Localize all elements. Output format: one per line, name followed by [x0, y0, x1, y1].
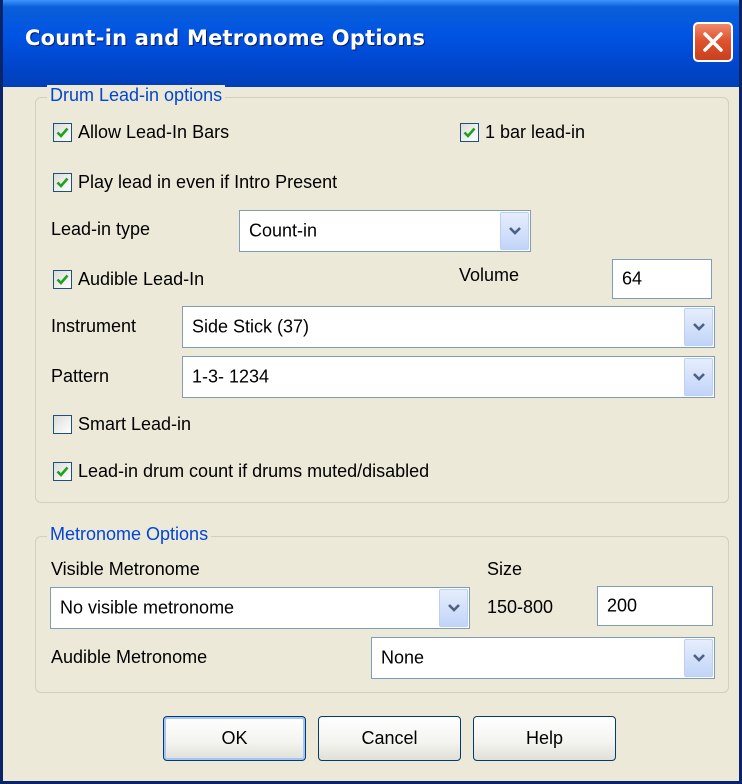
- chevron-down-icon: [693, 323, 705, 331]
- visible-metronome-value: No visible metronome: [60, 597, 235, 618]
- one-bar-lead-in-label: 1 bar lead-in: [485, 122, 586, 142]
- check-icon: [56, 127, 69, 138]
- pattern-value: 1-3- 1234: [192, 366, 270, 387]
- allow-lead-in-bars-label: Allow Lead-In Bars: [78, 122, 230, 142]
- chevron-down-icon: [693, 654, 705, 662]
- chevron-down-icon: [509, 227, 521, 235]
- audible-lead-in-label: Audible Lead-In: [78, 269, 205, 289]
- one-bar-lead-in-checkbox[interactable]: [460, 123, 479, 142]
- volume-input[interactable]: 64: [612, 259, 712, 299]
- drum-lead-in-group-label: Drum Lead-in options: [47, 85, 226, 106]
- chevron-down-icon: [693, 373, 705, 381]
- visible-metronome-dropdown[interactable]: No visible metronome: [50, 587, 470, 629]
- size-label: Size: [487, 559, 523, 579]
- dropdown-arrow-button[interactable]: [500, 212, 529, 250]
- dropdown-arrow-button[interactable]: [684, 308, 713, 346]
- drum-lead-in-group: [35, 97, 729, 503]
- audible-lead-in-checkbox[interactable]: [53, 270, 72, 289]
- size-input[interactable]: 200: [597, 586, 713, 626]
- volume-label: Volume: [459, 265, 520, 285]
- metronome-options-group-label: Metronome Options: [47, 524, 212, 545]
- audible-metronome-value: None: [381, 647, 425, 668]
- dropdown-arrow-button[interactable]: [684, 358, 713, 396]
- instrument-value: Side Stick (37): [192, 316, 310, 337]
- allow-lead-in-bars-checkbox[interactable]: [53, 123, 72, 142]
- help-button[interactable]: Help: [473, 716, 616, 761]
- smart-lead-in-label: Smart Lead-in: [78, 414, 192, 434]
- volume-value: 64: [622, 268, 643, 289]
- dialog-title: Count-in and Metronome Options: [25, 26, 426, 50]
- close-button[interactable]: [693, 22, 733, 62]
- pattern-label: Pattern: [51, 366, 110, 386]
- drum-count-muted-checkbox[interactable]: [53, 462, 72, 481]
- audible-metronome-dropdown[interactable]: None: [371, 637, 715, 679]
- check-icon: [463, 127, 476, 138]
- visible-metronome-label: Visible Metronome: [51, 559, 200, 579]
- dropdown-arrow-button[interactable]: [684, 639, 713, 677]
- chevron-down-icon: [448, 604, 460, 612]
- size-value: 200: [607, 595, 638, 616]
- lead-in-type-dropdown[interactable]: Count-in: [239, 210, 531, 252]
- dialog-window: Count-in and Metronome Options Drum Lead…: [0, 0, 742, 784]
- check-icon: [56, 466, 69, 477]
- play-lead-in-intro-label: Play lead in even if Intro Present: [78, 172, 338, 192]
- audible-metronome-label: Audible Metronome: [51, 647, 208, 667]
- title-bar[interactable]: Count-in and Metronome Options: [3, 0, 739, 87]
- instrument-dropdown[interactable]: Side Stick (37): [182, 306, 715, 348]
- check-icon: [56, 177, 69, 188]
- lead-in-type-value: Count-in: [249, 220, 318, 241]
- size-range-label: 150-800: [487, 597, 554, 617]
- instrument-label: Instrument: [51, 316, 137, 336]
- play-lead-in-intro-checkbox[interactable]: [53, 173, 72, 192]
- ok-button[interactable]: OK: [163, 716, 306, 761]
- check-icon: [56, 274, 69, 285]
- drum-count-muted-label: Lead-in drum count if drums muted/disabl…: [78, 461, 430, 481]
- lead-in-type-label: Lead-in type: [51, 219, 151, 239]
- pattern-dropdown[interactable]: 1-3- 1234: [182, 356, 715, 398]
- cancel-button[interactable]: Cancel: [318, 716, 461, 761]
- dropdown-arrow-button[interactable]: [439, 589, 468, 627]
- smart-lead-in-checkbox[interactable]: [53, 415, 72, 434]
- close-icon: [703, 32, 723, 52]
